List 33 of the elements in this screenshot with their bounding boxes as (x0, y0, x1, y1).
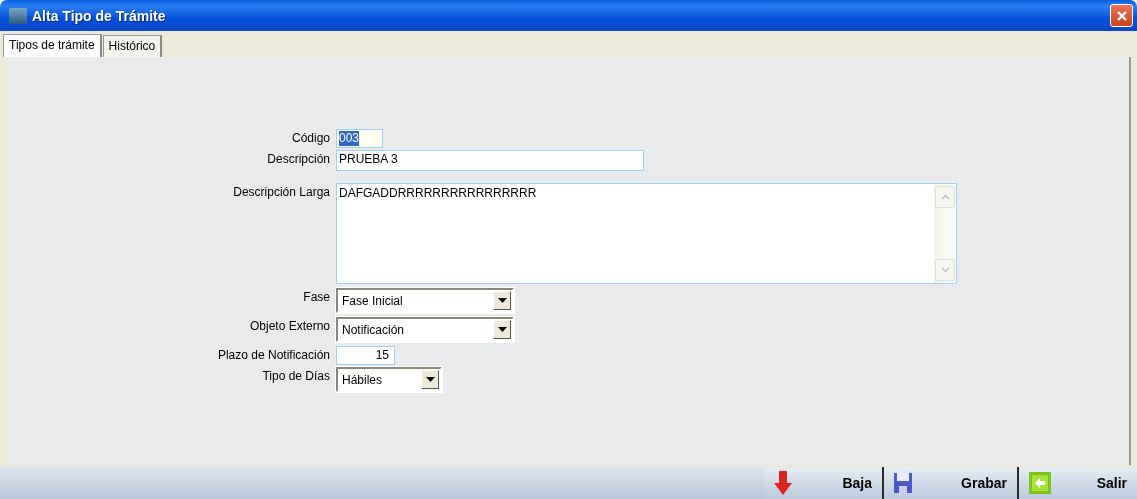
input-field[interactable]: 003 (336, 129, 383, 148)
close-icon (1114, 8, 1129, 23)
dropdown[interactable]: Notificación (336, 317, 514, 342)
scroll-down-button[interactable] (935, 259, 955, 281)
dropdown-arrow-icon (425, 377, 435, 382)
exit-arrow-icon (1029, 472, 1051, 494)
field-label: Descripción Larga (232, 184, 331, 199)
dropdown-arrow-icon (497, 298, 507, 303)
field-label: Tipo de Días (261, 368, 331, 383)
dropdown[interactable]: Hábiles (336, 367, 442, 392)
exit-button[interactable]: Salir (1017, 467, 1137, 499)
scroll-bar[interactable] (934, 184, 956, 283)
delete-button[interactable]: Baja (764, 467, 882, 499)
field-label: Fase (302, 289, 331, 304)
scroll-up-button[interactable] (935, 186, 955, 208)
up-chevron-icon (940, 194, 950, 200)
tab[interactable]: Tipos de trámite (3, 34, 102, 57)
text-area[interactable]: DAFGADDRRRRRRRRRRRRRRRR (336, 183, 957, 284)
down-chevron-icon (940, 267, 950, 273)
field-label: Código (290, 130, 331, 145)
save-button[interactable]: Grabar (882, 467, 1017, 499)
app-icon (9, 7, 27, 24)
field-label: Objeto Externo (248, 318, 331, 333)
input-field[interactable]: 15 (336, 346, 395, 365)
dropdown[interactable]: Fase Inicial (336, 288, 514, 313)
down-arrow-icon (774, 471, 792, 495)
input-field[interactable]: PRUEBA 3 (336, 150, 644, 171)
close-button[interactable] (1110, 4, 1133, 27)
tab[interactable]: Histórico (102, 35, 163, 57)
field-label: Plazo de Notificación (216, 347, 331, 362)
window-title: Alta Tipo de Trámite (32, 7, 167, 24)
field-label: Descripción (266, 151, 331, 166)
dropdown-arrow-icon (497, 327, 507, 332)
